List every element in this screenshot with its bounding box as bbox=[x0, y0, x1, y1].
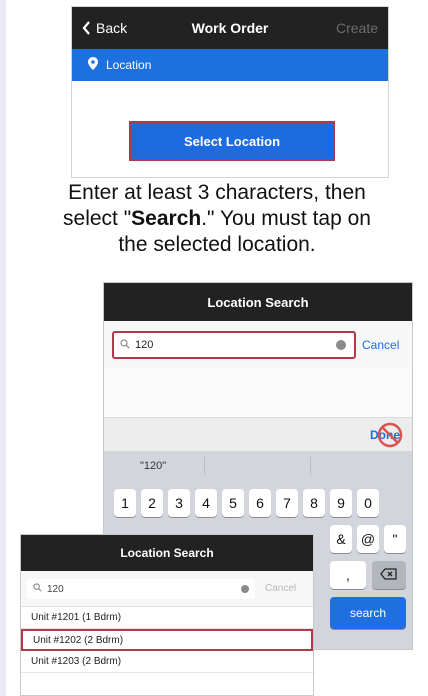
result-item-unit-1203[interactable]: Unit #1203 (2 Bdrm) bbox=[21, 651, 313, 673]
key-3[interactable]: 3 bbox=[168, 489, 190, 517]
search-icon bbox=[33, 583, 42, 595]
key-8[interactable]: 8 bbox=[303, 489, 325, 517]
key-7[interactable]: 7 bbox=[276, 489, 298, 517]
caption-line-3: the selected location. bbox=[118, 233, 316, 256]
results-search-row: 120 Cancel bbox=[21, 571, 313, 607]
nav-bar: Back Work Order Create bbox=[72, 7, 388, 49]
search-input[interactable]: 120 bbox=[112, 331, 356, 359]
suggestion-divider bbox=[204, 457, 205, 475]
search-nav-bar: Location Search bbox=[104, 283, 412, 321]
search-icon bbox=[120, 338, 130, 352]
key-ampersand[interactable]: & bbox=[330, 525, 352, 553]
suggestion-bar: "120" bbox=[104, 451, 412, 481]
key-0[interactable]: 0 bbox=[357, 489, 379, 517]
results-area bbox=[104, 369, 412, 417]
results-nav-bar: Location Search bbox=[21, 535, 313, 571]
location-label: Location bbox=[106, 58, 152, 72]
create-button[interactable]: Create bbox=[336, 20, 378, 36]
caption-search-bold: Search bbox=[131, 207, 202, 230]
location-row[interactable]: Location bbox=[72, 49, 388, 81]
caption-line-2: select "Search." You must tap on bbox=[6, 206, 428, 232]
clear-icon[interactable] bbox=[241, 585, 249, 593]
location-pin-icon bbox=[88, 57, 98, 73]
key-quote[interactable]: " bbox=[384, 525, 406, 553]
keyboard-toolbar: Done bbox=[104, 417, 412, 451]
location-search-results-screen: Location Search 120 Cancel Unit #1201 (1… bbox=[20, 534, 314, 696]
search-input-value: 120 bbox=[135, 339, 154, 351]
search-row: 120 Cancel bbox=[104, 321, 412, 369]
suggestion-item[interactable]: "120" bbox=[140, 460, 166, 472]
caption-line-2-post: ." You must tap on bbox=[201, 207, 371, 230]
clear-icon[interactable] bbox=[336, 340, 346, 350]
cancel-button[interactable]: Cancel bbox=[362, 338, 399, 352]
result-item-unit-1202-selected[interactable]: Unit #1202 (2 Bdrm) bbox=[21, 629, 313, 651]
caption-line-1: Enter at least 3 characters, then bbox=[68, 181, 366, 204]
key-6[interactable]: 6 bbox=[249, 489, 271, 517]
key-5[interactable]: 5 bbox=[222, 489, 244, 517]
select-location-button[interactable]: Select Location bbox=[129, 121, 335, 161]
results-search-input[interactable]: 120 bbox=[27, 579, 255, 599]
key-comma[interactable]: , bbox=[330, 561, 366, 589]
backspace-icon bbox=[380, 567, 398, 583]
left-edge-bar bbox=[0, 0, 6, 696]
search-key[interactable]: search bbox=[330, 597, 406, 629]
caption-line-2-pre: select " bbox=[63, 207, 132, 230]
results-cancel-button[interactable]: Cancel bbox=[265, 583, 296, 594]
backspace-key[interactable] bbox=[372, 561, 406, 589]
results-search-value: 120 bbox=[47, 583, 64, 595]
result-item-unit-1201[interactable]: Unit #1201 (1 Bdrm) bbox=[21, 607, 313, 629]
key-at[interactable]: @ bbox=[357, 525, 379, 553]
work-order-screen: Back Work Order Create Location Select L… bbox=[71, 6, 389, 178]
key-2[interactable]: 2 bbox=[141, 489, 163, 517]
key-1[interactable]: 1 bbox=[114, 489, 136, 517]
suggestion-divider bbox=[310, 457, 311, 475]
prohibited-icon bbox=[376, 421, 404, 449]
key-9[interactable]: 9 bbox=[330, 489, 352, 517]
key-4[interactable]: 4 bbox=[195, 489, 217, 517]
instruction-caption: Enter at least 3 characters, then select… bbox=[6, 180, 428, 258]
